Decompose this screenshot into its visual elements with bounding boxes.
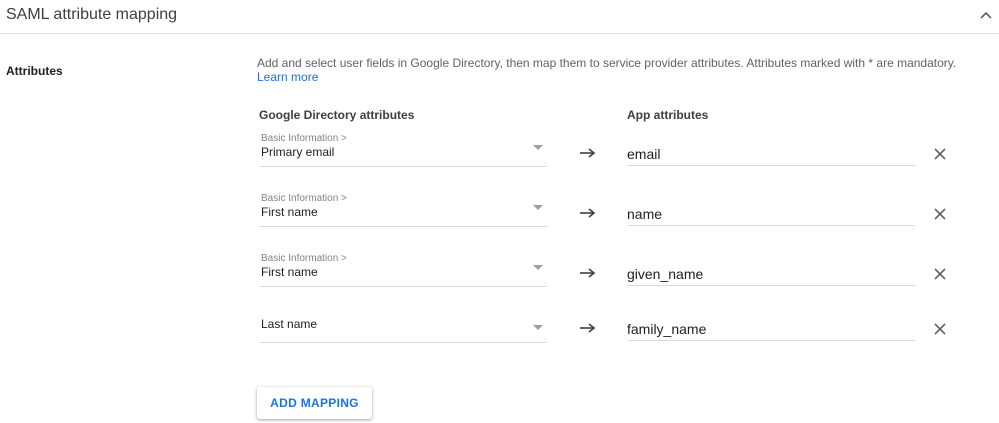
close-icon[interactable] bbox=[932, 146, 948, 162]
description-text: Add and select user fields in Google Dir… bbox=[257, 56, 957, 70]
attribute-field: First name bbox=[261, 205, 318, 219]
attribute-field: Last name bbox=[261, 317, 318, 331]
attributes-label: Attributes bbox=[6, 64, 63, 78]
section-description: Add and select user fields in Google Dir… bbox=[257, 56, 992, 84]
google-attribute-select[interactable]: Last name bbox=[259, 309, 547, 343]
google-attribute-select[interactable]: Basic Information > First name bbox=[259, 253, 547, 287]
attribute-category: Basic Information > bbox=[261, 253, 347, 264]
close-icon[interactable] bbox=[932, 321, 948, 337]
arrow-right-icon bbox=[580, 208, 596, 218]
add-mapping-button[interactable]: ADD MAPPING bbox=[257, 387, 372, 419]
google-attribute-select[interactable]: Basic Information > Primary email bbox=[259, 133, 547, 167]
learn-more-link[interactable]: Learn more bbox=[257, 70, 318, 84]
attribute-category: Basic Information > bbox=[261, 133, 347, 144]
close-icon[interactable] bbox=[932, 206, 948, 222]
chevron-up-icon[interactable] bbox=[975, 4, 997, 26]
dropdown-caret-icon bbox=[533, 205, 543, 210]
dropdown-caret-icon bbox=[533, 325, 543, 330]
attribute-category: Basic Information > bbox=[261, 193, 347, 204]
arrow-right-icon bbox=[580, 323, 596, 333]
app-attribute-input[interactable] bbox=[627, 202, 915, 226]
attribute-field: First name bbox=[261, 265, 318, 279]
google-attribute-select[interactable]: Basic Information > First name bbox=[259, 193, 547, 227]
arrow-right-icon bbox=[580, 148, 596, 158]
app-attribute-input[interactable] bbox=[627, 317, 915, 341]
panel-header[interactable]: SAML attribute mapping bbox=[0, 0, 999, 34]
app-attributes-column-header: App attributes bbox=[627, 108, 709, 122]
arrow-right-icon bbox=[580, 268, 596, 278]
dropdown-caret-icon bbox=[533, 145, 543, 150]
panel-title: SAML attribute mapping bbox=[6, 6, 178, 23]
close-icon[interactable] bbox=[932, 266, 948, 282]
dropdown-caret-icon bbox=[533, 265, 543, 270]
app-attribute-input[interactable] bbox=[627, 142, 915, 166]
google-directory-column-header: Google Directory attributes bbox=[259, 108, 415, 122]
app-attribute-input[interactable] bbox=[627, 262, 915, 286]
saml-attribute-mapping-panel: SAML attribute mapping Attributes Add an… bbox=[0, 0, 999, 423]
attribute-field: Primary email bbox=[261, 145, 335, 159]
